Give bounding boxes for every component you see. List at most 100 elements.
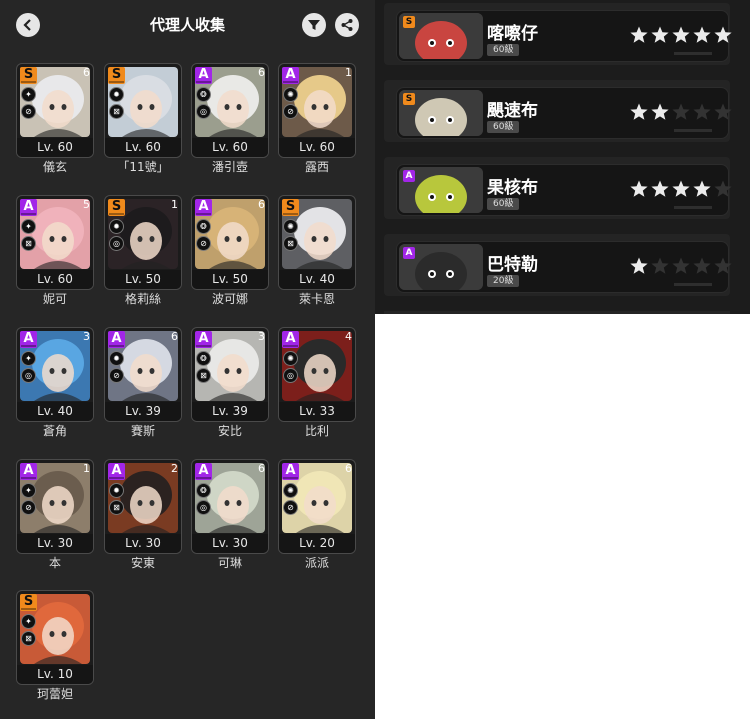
agent-name: 妮可 [42, 292, 67, 306]
rank-badge: A [403, 247, 415, 259]
specialty-icon: ⊘ [21, 500, 36, 515]
agent-level: Lv. 50 [105, 270, 181, 289]
agent-name: 露西 [304, 160, 329, 174]
agent-name: 格莉絲 [124, 292, 161, 306]
agent-card[interactable]: Lv. 50 A 6 ❂ ⊘ 波可娜 [191, 195, 269, 306]
rank-badge: A [403, 170, 415, 182]
star-icon [693, 103, 711, 120]
agent-card[interactable]: Lv. 60 A 1 ✺ ⊘ 露西 [278, 63, 356, 174]
agent-card[interactable]: Lv. 40 S ✺ ⊠ 萊卡恩 [278, 195, 356, 306]
attribute-icon: ✹ [109, 87, 124, 102]
star-icon [630, 257, 648, 274]
agent-card[interactable]: Lv. 40 A 3 ✦ ◎ 蒼角 [16, 327, 94, 438]
bangboo-card: S 喀嚓仔 60級 [396, 10, 732, 62]
share-icon [341, 19, 353, 31]
agent-name: 比利 [304, 424, 329, 438]
share-button[interactable] [335, 13, 359, 37]
attribute-icon: ❂ [196, 483, 211, 498]
specialty-icon: ◎ [21, 368, 36, 383]
agent-level: Lv. 40 [17, 402, 93, 421]
mindscape-count: 3 [83, 330, 90, 343]
specialty-icon: ⊠ [283, 236, 298, 251]
star-icon [672, 26, 690, 43]
bangboo-portrait: A [399, 244, 483, 290]
attribute-icon: ✦ [21, 87, 36, 102]
bangboo-row[interactable]: S 颶速布 60級 [384, 80, 732, 142]
agent-card[interactable]: Lv. 60 S 6 ✦ ⊘ 儀玄 [16, 63, 94, 174]
bangboo-level: 60級 [487, 44, 520, 56]
star-icon [672, 103, 690, 120]
agent-card[interactable]: Lv. 39 A 3 ❂ ⊠ 安比 [191, 327, 269, 438]
star-icon [714, 180, 732, 197]
rank-badge: S [282, 199, 299, 216]
agent-card[interactable]: Lv. 10 S ✦ ⊠ 珂蕾妲 [16, 590, 94, 701]
star-icon [630, 180, 648, 197]
rank-badge: S [403, 16, 415, 28]
bangboo-level: 60級 [487, 121, 520, 133]
star-icon [714, 257, 732, 274]
mindscape-count: 6 [345, 462, 352, 475]
agent-card[interactable]: Lv. 60 S ✹ ⊠ 「11號」 [104, 63, 182, 174]
next-row-edge [384, 311, 730, 314]
bangboo-card: A 果核布 60級 [396, 164, 732, 216]
agent-name: 珂蕾妲 [36, 687, 73, 701]
bangboo-name: 果核布 [487, 178, 538, 198]
agent-name: 儀玄 [42, 160, 67, 174]
specialty-icon: ◎ [109, 236, 124, 251]
agent-level: Lv. 10 [17, 665, 93, 684]
agent-name: 蒼角 [42, 424, 67, 438]
bangboo-card: A 巴特勒 20級 [396, 241, 732, 293]
agent-card[interactable]: Lv. 60 A 6 ❂ ◎ 潘引壺 [191, 63, 269, 174]
rank-badge: A [20, 463, 37, 480]
divider [674, 283, 712, 286]
specialty-icon: ◎ [196, 500, 211, 515]
bangboo-name: 颶速布 [487, 101, 538, 121]
attribute-icon: ❂ [196, 351, 211, 366]
agent-level: Lv. 60 [192, 138, 268, 157]
agent-level: Lv. 39 [105, 402, 181, 421]
agent-name: 安比 [217, 424, 242, 438]
bangboo-level: 20級 [487, 275, 520, 287]
rank-badge: A [282, 67, 299, 84]
agent-card[interactable]: Lv. 39 A 6 ✹ ⊘ 賽斯 [104, 327, 182, 438]
agent-collection-panel: 代理人收集 Lv. 60 S 6 ✦ ⊘ 儀玄 Lv. 60 S ✹ ⊠ 「11… [0, 0, 375, 719]
attribute-icon: ✦ [21, 219, 36, 234]
specialty-icon: ⊘ [283, 500, 298, 515]
bangboo-row[interactable]: S 喀嚓仔 60級 [384, 3, 732, 65]
agent-card[interactable]: Lv. 60 A 5 ✦ ⊠ 妮可 [16, 195, 94, 306]
specialty-icon: ⊘ [21, 104, 36, 119]
agent-card[interactable]: Lv. 20 A 6 ✺ ⊘ 派派 [278, 459, 356, 570]
rank-badge: A [195, 331, 212, 348]
rank-badge: S [108, 199, 125, 216]
mindscape-count: 6 [258, 66, 265, 79]
star-icon [693, 180, 711, 197]
bangboo-row[interactable]: A 巴特勒 20級 [384, 234, 732, 296]
filter-icon [308, 20, 320, 30]
specialty-icon: ⊠ [21, 631, 36, 646]
star-rating [629, 256, 733, 278]
star-icon [714, 103, 732, 120]
star-rating [629, 179, 733, 201]
attribute-icon: ❂ [196, 219, 211, 234]
bangboo-row[interactable]: A 果核布 60級 [384, 157, 732, 219]
rank-badge: A [282, 463, 299, 480]
mindscape-count: 3 [258, 330, 265, 343]
agent-card[interactable]: Lv. 50 S 1 ✹ ◎ 格莉絲 [104, 195, 182, 306]
attribute-icon: ✺ [283, 483, 298, 498]
agent-card[interactable]: Lv. 30 A 6 ❂ ◎ 可琳 [191, 459, 269, 570]
agent-card[interactable]: Lv. 30 A 2 ✹ ⊠ 安東 [104, 459, 182, 570]
bangboo-portrait: S [399, 90, 483, 136]
agent-card[interactable]: Lv. 30 A 1 ✦ ⊘ 本 [16, 459, 94, 570]
star-icon [651, 257, 669, 274]
agent-card[interactable]: Lv. 33 A 4 ✺ ◎ 比利 [278, 327, 356, 438]
agent-level: Lv. 30 [105, 534, 181, 553]
filter-button[interactable] [302, 13, 326, 37]
mindscape-count: 1 [345, 66, 352, 79]
attribute-icon: ✺ [283, 87, 298, 102]
mindscape-count: 4 [345, 330, 352, 343]
agent-level: Lv. 40 [279, 270, 355, 289]
rank-badge: A [20, 199, 37, 216]
agent-level: Lv. 60 [105, 138, 181, 157]
bangboo-list-panel: S 喀嚓仔 60級 S 颶速布 60級 A 果核布 60級 A 巴特勒 20級 [375, 0, 750, 314]
rank-badge: S [20, 594, 37, 611]
